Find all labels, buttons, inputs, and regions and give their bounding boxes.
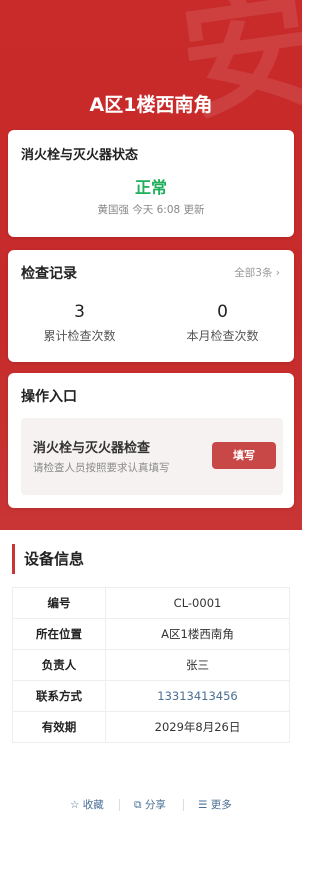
- favorite-button[interactable]: ☆ 收藏: [70, 797, 104, 812]
- share-button[interactable]: ⧉ 分享: [134, 797, 166, 812]
- records-card: 检查记录 全部3条 › 3 累计检查次数 0 本月检查次数: [8, 250, 294, 362]
- stat-total-label: 累计检查次数: [43, 329, 116, 343]
- row-key: 编号: [12, 587, 106, 619]
- inspection-entry-title: 消火栓与灭火器检查: [33, 441, 151, 456]
- device-info-table: 编号 CL-0001 所在位置 A区1楼西南角 负责人 张三 联系方式 1331…: [12, 587, 290, 743]
- row-key: 有效期: [12, 711, 106, 743]
- records-title: 检查记录: [21, 266, 77, 282]
- row-key: 联系方式: [12, 680, 106, 712]
- table-row: 有效期 2029年8月26日: [12, 711, 290, 743]
- stat-month-value: 0: [217, 302, 228, 322]
- row-value: 张三: [105, 649, 290, 681]
- stat-month-label: 本月检查次数: [186, 329, 259, 343]
- device-info-heading: 设备信息: [12, 544, 84, 574]
- table-row: 编号 CL-0001: [12, 587, 290, 619]
- inspection-entry-desc: 请检查人员按照要求认真填写: [33, 462, 170, 474]
- row-value: A区1楼西南角: [105, 618, 290, 650]
- inspection-entry[interactable]: 消火栓与灭火器检查 请检查人员按照要求认真填写 填写: [21, 418, 283, 495]
- footer-actions: ☆ 收藏 ⧉ 分享 ☰ 更多: [0, 797, 302, 813]
- row-value: 2029年8月26日: [105, 711, 290, 743]
- phone-link[interactable]: 13313413456: [105, 680, 290, 712]
- page-title: A区1楼西南角: [89, 94, 213, 116]
- status-card: 消火栓与灭火器状态 正常 黄国强 今天 6:08 更新: [8, 130, 294, 237]
- divider: [183, 799, 184, 811]
- table-row: 负责人 张三: [12, 649, 290, 681]
- operations-title: 操作入口: [21, 389, 77, 405]
- row-key: 负责人: [12, 649, 106, 681]
- fill-button[interactable]: 填写: [212, 442, 276, 469]
- row-key: 所在位置: [12, 618, 106, 650]
- more-button[interactable]: ☰ 更多: [198, 797, 232, 812]
- records-all-link[interactable]: 全部3条 ›: [234, 265, 280, 280]
- row-value: CL-0001: [105, 587, 290, 619]
- stat-total: 3 累计检查次数: [8, 302, 151, 344]
- device-info-title: 设备信息: [24, 550, 85, 568]
- status-card-title: 消火栓与灭火器状态: [21, 148, 139, 163]
- stat-total-value: 3: [74, 302, 85, 322]
- status-value: 正常: [134, 178, 167, 197]
- status-meta: 黄国强 今天 6:08 更新: [97, 204, 205, 216]
- table-row: 联系方式 13313413456: [12, 680, 290, 712]
- stat-month: 0 本月检查次数: [151, 302, 294, 344]
- operations-card: 操作入口 消火栓与灭火器检查 请检查人员按照要求认真填写 填写: [8, 373, 294, 508]
- divider: [119, 799, 120, 811]
- table-row: 所在位置 A区1楼西南角: [12, 618, 290, 650]
